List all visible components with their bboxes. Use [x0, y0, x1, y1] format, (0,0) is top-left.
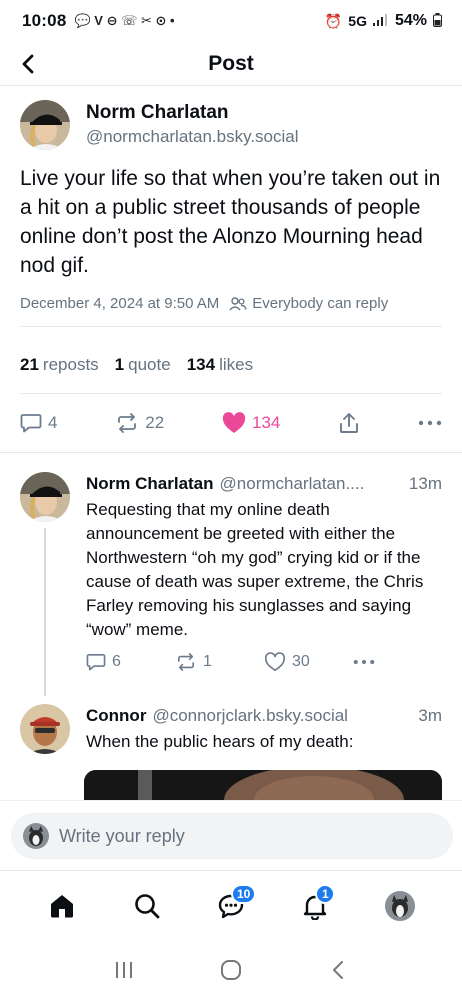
reply-button[interactable]: 6: [86, 653, 175, 671]
likes-stat[interactable]: 134 likes: [187, 355, 253, 375]
reply-setting[interactable]: Everybody can reply: [229, 295, 388, 312]
reply-author-name[interactable]: Connor: [86, 704, 146, 728]
repost-count: 22: [145, 413, 165, 432]
back-button[interactable]: [14, 50, 42, 78]
repost-button[interactable]: 22: [115, 413, 164, 433]
reply-input[interactable]: Write your reply: [11, 813, 453, 859]
reply-actions: 6 1 30: [86, 652, 442, 672]
like-button[interactable]: 30: [264, 652, 353, 672]
share-button[interactable]: [338, 412, 360, 434]
quotes-count: 1: [114, 354, 125, 374]
battery-icon: [433, 12, 442, 30]
quotes-label: quote: [128, 354, 171, 374]
bottom-tab-bar: 10 1: [0, 870, 462, 940]
likes-label: likes: [219, 354, 254, 374]
post-meta: December 4, 2024 at 9:50 AM Everybody ca…: [20, 295, 442, 327]
post-stats: 21 reposts 1 quote 134 likes: [20, 336, 442, 394]
status-notification-icons: 💬 V ⊖ ☏ ✂ ⊙ •: [74, 13, 175, 28]
avatar: [384, 890, 415, 921]
alarm-icon: ⏰: [324, 12, 343, 29]
reply-item[interactable]: Norm Charlatan @normcharlatan.... 13m Re…: [20, 472, 442, 671]
reply-header: Norm Charlatan @normcharlatan.... 13m: [86, 472, 442, 496]
chevron-left-icon: [22, 54, 34, 74]
avatar: [23, 823, 49, 849]
avatar[interactable]: [20, 472, 70, 522]
reply-composer-bar: Write your reply: [0, 800, 462, 870]
reply-item[interactable]: Connor @connorjclark.bsky.social 3m When…: [20, 704, 442, 754]
reposts-stat[interactable]: 21 reposts: [20, 355, 99, 375]
home-icon: [51, 894, 74, 917]
reply-author-name[interactable]: Norm Charlatan: [86, 472, 214, 496]
people-icon: [229, 296, 247, 310]
share-icon: [340, 413, 359, 433]
reply-author-handle[interactable]: @normcharlatan....: [220, 472, 401, 496]
reply-time: 3m: [418, 706, 442, 725]
home-nav-button[interactable]: [211, 950, 251, 990]
reply-header: Connor @connorjclark.bsky.social 3m: [86, 704, 442, 728]
page-title: Post: [208, 51, 254, 75]
avatar[interactable]: [20, 100, 70, 150]
status-right: ⏰ 5G 54%: [325, 12, 442, 30]
chevron-left-icon: [333, 961, 344, 979]
reposts-label: reposts: [42, 354, 99, 374]
system-nav-bar: [0, 940, 462, 1000]
post-text: Live your life so that when you’re taken…: [20, 167, 441, 277]
comment-icon: [20, 414, 42, 433]
more-options-button[interactable]: [418, 420, 442, 426]
more-horizontal-icon: [353, 659, 375, 665]
messages-badge: 10: [230, 883, 257, 904]
author-handle[interactable]: @normcharlatan.bsky.social: [86, 125, 299, 149]
network-label: 5G: [348, 13, 367, 29]
notifications-badge: 1: [315, 883, 336, 904]
post-author[interactable]: Norm Charlatan @normcharlatan.bsky.socia…: [20, 100, 442, 150]
like-button[interactable]: 134: [222, 412, 280, 434]
repost-count: 1: [203, 653, 212, 670]
reply-button[interactable]: 4: [20, 413, 57, 433]
repost-button[interactable]: 1: [175, 653, 264, 671]
like-count: 134: [251, 413, 281, 432]
comment-icon: [86, 653, 106, 671]
quotes-stat[interactable]: 1 quote: [115, 355, 171, 375]
home-circle-icon: [220, 960, 241, 980]
battery-label: 54%: [394, 12, 427, 29]
reply-count: 4: [48, 413, 58, 432]
author-name[interactable]: Norm Charlatan: [86, 101, 299, 125]
post-header: Post: [0, 42, 462, 86]
reply-time: 13m: [408, 474, 442, 493]
search-icon: [134, 893, 159, 918]
reply-count: 6: [112, 653, 121, 670]
post-actions: 4 22 134: [20, 394, 442, 452]
tab-profile[interactable]: [378, 884, 422, 928]
more-options-button[interactable]: [353, 659, 442, 665]
tab-home[interactable]: [40, 884, 84, 928]
repost-icon: [177, 653, 195, 671]
main-post: Norm Charlatan @normcharlatan.bsky.socia…: [20, 100, 442, 327]
tab-search[interactable]: [125, 884, 169, 928]
heart-filled-icon: [222, 412, 246, 433]
like-count: 30: [292, 653, 310, 670]
reply-author-handle[interactable]: @connorjclark.bsky.social: [152, 704, 410, 728]
reply-text: Requesting that my online death announce…: [86, 500, 424, 639]
repost-icon: [118, 413, 137, 433]
recent-apps-button[interactable]: [104, 950, 144, 990]
reply-input-placeholder: Write your reply: [59, 825, 185, 846]
likes-count: 134: [186, 354, 216, 374]
recent-apps-icon: [115, 962, 132, 978]
tab-notifications[interactable]: 1: [293, 883, 337, 928]
more-horizontal-icon: [418, 420, 442, 426]
back-nav-button[interactable]: [318, 950, 358, 990]
status-bar: 10:08 💬 V ⊖ ☏ ✂ ⊙ • ⏰ 5G 54%: [0, 0, 462, 42]
heart-icon: [264, 652, 286, 671]
avatar[interactable]: [20, 704, 70, 754]
tab-messages[interactable]: 10: [209, 883, 257, 928]
signal-icon: [372, 13, 389, 29]
divider: [0, 452, 462, 453]
thread-line: [44, 528, 46, 696]
reposts-count: 21: [20, 354, 39, 374]
reply-text: When the public hears of my death:: [86, 732, 354, 751]
status-time: 10:08: [22, 11, 67, 30]
post-timestamp: December 4, 2024 at 9:50 AM: [20, 295, 220, 312]
reply-setting-label: Everybody can reply: [252, 295, 389, 312]
